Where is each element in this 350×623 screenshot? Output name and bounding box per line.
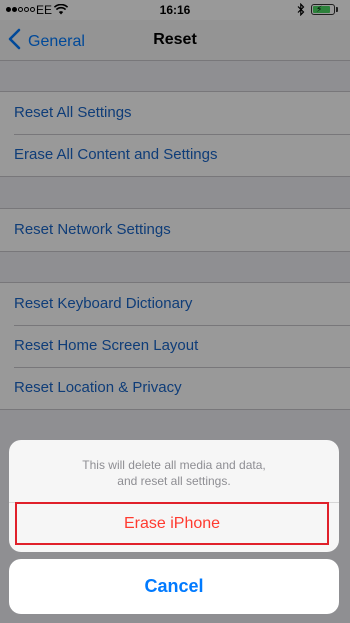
action-sheet: This will delete all media and data, and… (9, 440, 339, 552)
action-sheet-message-line-2: and reset all settings. (117, 474, 231, 488)
action-sheet-message: This will delete all media and data, and… (9, 457, 339, 489)
erase-iphone-button[interactable]: Erase iPhone (15, 502, 329, 545)
action-sheet-message-line-1: This will delete all media and data, (82, 458, 266, 472)
cancel-button[interactable]: Cancel (9, 559, 339, 614)
